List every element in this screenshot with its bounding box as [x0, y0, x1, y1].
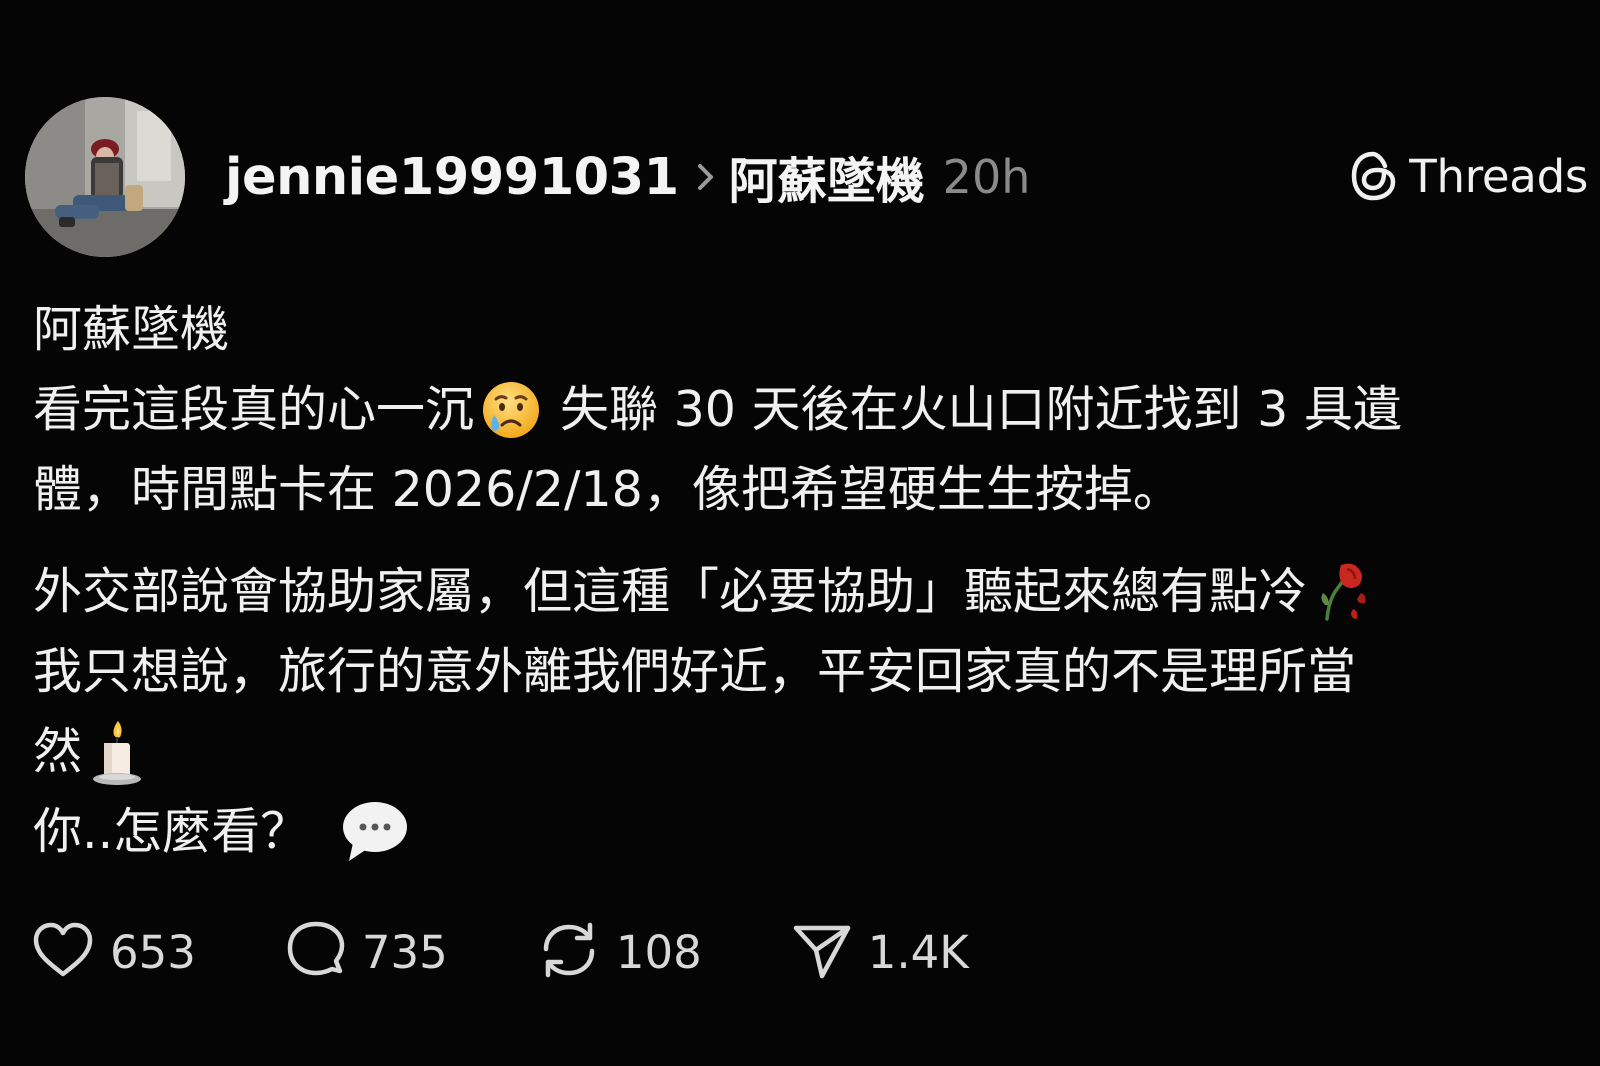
post-timestamp: 20h	[942, 150, 1031, 204]
like-count: 653	[110, 925, 196, 979]
repost-count: 108	[615, 925, 702, 979]
username-link[interactable]: jennie19991031	[225, 148, 679, 207]
repost-icon	[536, 919, 602, 985]
post-text: 失聯 30 天後在火山口附近找到 3 具遺	[560, 381, 1402, 438]
threads-brand-name: Threads	[1409, 149, 1588, 203]
post-body: 阿蘇墜機 看完這段真的心一沉 失聯 30 天後在火山口附近找到 3 具遺 體，時…	[33, 290, 1573, 872]
post-line: 體，時間點卡在 2026/2/18，像把希望硬生生按掉。	[33, 450, 1573, 530]
share-count: 1.4K	[867, 925, 969, 979]
repost-button[interactable]: 108	[536, 919, 702, 985]
post-line: 然	[33, 712, 1573, 792]
post-text: 你..怎麼看？	[33, 803, 310, 860]
avatar[interactable]	[25, 97, 185, 257]
sad-face-icon	[480, 379, 542, 441]
share-button[interactable]: 1.4K	[790, 920, 969, 984]
threads-post: jennie19991031 阿蘇墜機 20h Threads 阿蘇墜機 看完這…	[0, 0, 1600, 1066]
heart-icon	[30, 920, 96, 984]
post-header: jennie19991031 阿蘇墜機 20h	[225, 142, 1030, 212]
post-line: 我只想說，旅行的意外離我們好近，平安回家真的不是理所當	[33, 632, 1573, 712]
post-text: 然	[33, 723, 83, 780]
like-button[interactable]: 653	[30, 920, 196, 984]
post-text: 外交部說會協助家屬，但這種「必要協助」聽起來總有點冷	[33, 563, 1308, 620]
post-line: 阿蘇墜機	[33, 290, 1573, 370]
action-bar: 653 735 108 1.4K	[30, 912, 969, 992]
reply-count: 735	[361, 925, 448, 979]
wilted-rose-icon	[1313, 559, 1375, 625]
post-text: 體，時間點卡在 2026/2/18，像把希望硬生生按掉。	[33, 461, 1182, 518]
reply-button[interactable]: 735	[284, 919, 448, 985]
post-line: 你..怎麼看？	[33, 792, 1573, 872]
comment-icon	[284, 919, 348, 985]
send-icon	[790, 920, 854, 984]
post-line: 外交部說會協助家屬，但這種「必要協助」聽起來總有點冷	[33, 552, 1573, 632]
threads-logo-icon	[1349, 149, 1399, 203]
threads-brand: Threads	[1349, 146, 1588, 206]
chevron-right-icon	[697, 162, 715, 192]
post-text: 我只想說，旅行的意外離我們好近，平安回家真的不是理所當	[33, 643, 1357, 700]
post-text: 阿蘇墜機	[33, 301, 230, 358]
post-text: 看完這段真的心一沉	[33, 381, 475, 438]
post-line: 看完這段真的心一沉 失聯 30 天後在火山口附近找到 3 具遺	[33, 370, 1573, 450]
speech-bubble-icon	[339, 799, 411, 865]
community-tag-link[interactable]: 阿蘇墜機	[729, 142, 925, 213]
candle-icon	[88, 717, 146, 787]
